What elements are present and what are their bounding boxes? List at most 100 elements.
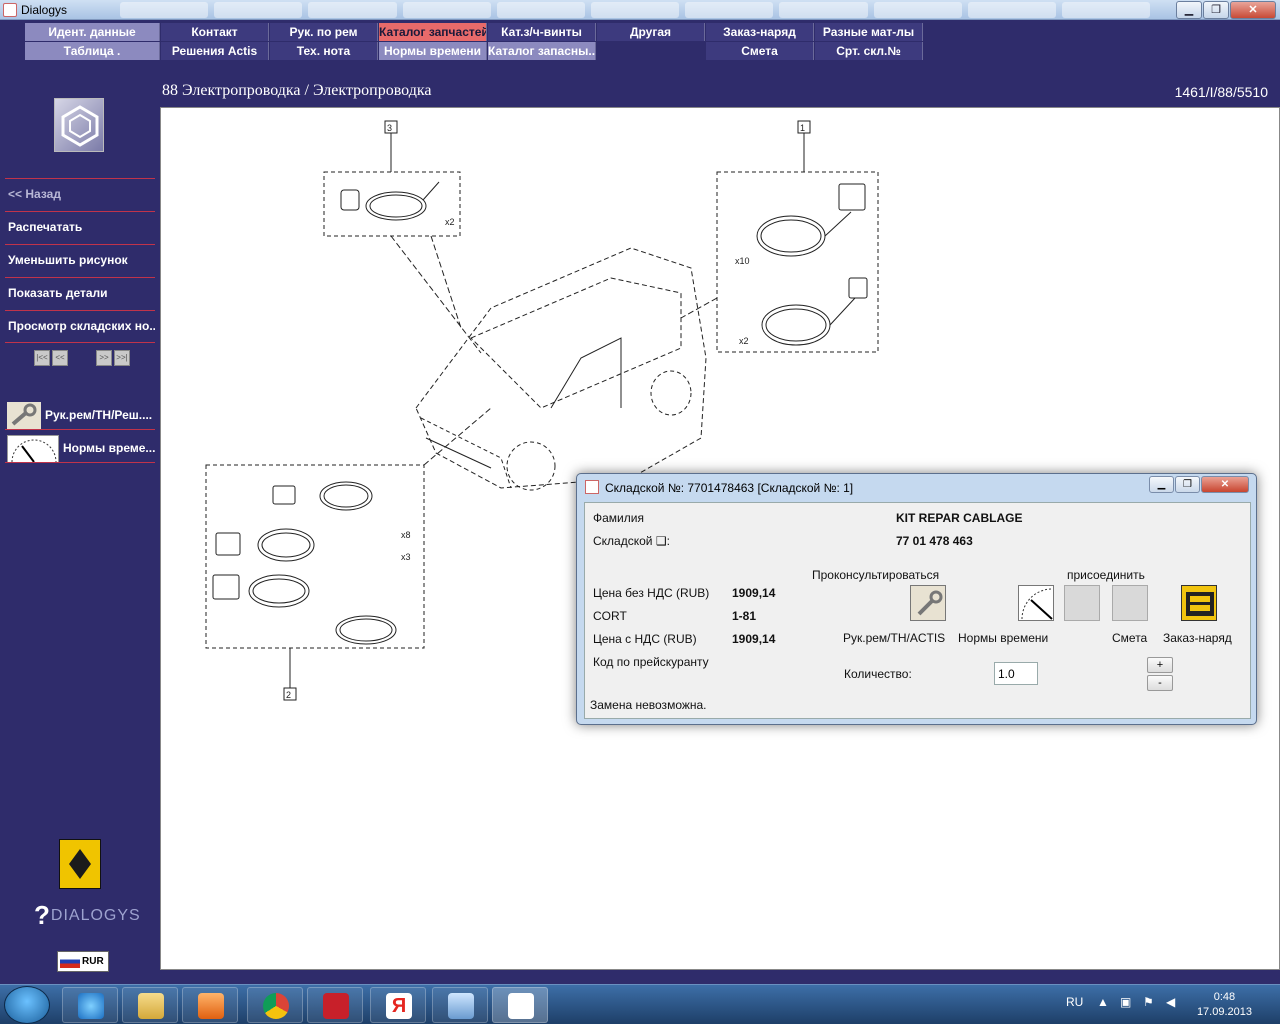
taskbar-explorer[interactable] — [122, 987, 178, 1023]
clock-date: 17.09.2013 — [1196, 1006, 1252, 1018]
taskbar-volume-app[interactable] — [432, 987, 488, 1023]
stock-label: Складской ❑: — [593, 534, 670, 548]
menu-spare-catalog[interactable]: Каталог запасны... — [488, 42, 596, 60]
quantity-label: Количество: — [844, 667, 912, 681]
stock-value: 77 01 478 463 — [896, 534, 973, 548]
taskbar-media-player[interactable] — [182, 987, 238, 1023]
part-box-2 — [205, 464, 425, 649]
estimate-icon[interactable] — [1112, 585, 1148, 621]
menu-work-order[interactable]: Заказ-наряд — [706, 23, 814, 41]
qty-marker: x8 — [401, 530, 411, 540]
menu-contact[interactable]: Контакт — [161, 23, 269, 41]
russia-flag-icon — [60, 955, 80, 968]
clock[interactable]: 0:48 17.09.2013 — [1197, 990, 1252, 1020]
repair-manual-icon[interactable] — [910, 585, 946, 621]
repair-manual-tool[interactable]: Рук.рем/ТН/Реш.... — [5, 400, 155, 430]
qty-marker: x2 — [445, 217, 455, 227]
family-value: KIT REPAR CABLAGE — [896, 511, 1023, 525]
quantity-input[interactable]: 1.0 — [994, 662, 1038, 685]
menu-repair-manual[interactable]: Рук. по рем — [270, 23, 378, 41]
chrome-icon — [263, 993, 289, 1019]
dialog-maximize-button[interactable]: ❐ — [1175, 476, 1200, 493]
estimate-icon-label: Смета — [1112, 631, 1148, 645]
wrench-icon — [7, 402, 41, 429]
media-player-icon — [198, 993, 224, 1019]
taskbar-kaspersky[interactable] — [307, 987, 363, 1023]
menu-parts-catalog[interactable]: Каталог запчастей — [379, 23, 487, 41]
menu-misc-materials[interactable]: Разные мат-лы — [815, 23, 923, 41]
dialog-title: Складской №: 7701478463 [Складской №: 1] — [605, 481, 854, 495]
first-page-button[interactable]: |<< — [34, 350, 50, 366]
callout-number-1: 1 — [800, 123, 805, 133]
top-menu: Идент. данные Контакт Рук. по рем Катало… — [0, 20, 1280, 60]
app-logo — [54, 98, 104, 152]
yandex-icon: Я — [386, 993, 412, 1019]
volume-icon[interactable]: ◀ — [1166, 995, 1175, 1009]
taskbar-java-dialogys[interactable] — [492, 987, 548, 1023]
menu-labour-times[interactable]: Нормы времени — [379, 42, 487, 60]
labour-times-tool[interactable]: Нормы време... — [5, 433, 155, 463]
cort-label: CORT — [593, 609, 627, 623]
language-indicator[interactable]: RU — [1066, 995, 1083, 1009]
page-title: 88 Электропроводка / Электропроводка — [162, 82, 432, 99]
hex-nut-icon — [61, 105, 99, 147]
part-dialog: Складской №: 7701478463 [Складской №: 1]… — [576, 473, 1257, 725]
qty-marker: x2 — [739, 336, 749, 346]
page-navigator: |<< << >> >>| — [34, 350, 130, 366]
taskbar-internet-explorer[interactable] — [62, 987, 118, 1023]
background-tabs — [120, 2, 1151, 18]
maximize-button[interactable]: ❐ — [1203, 1, 1229, 19]
print-link[interactable]: Распечатать — [5, 211, 155, 244]
repair-manual-tool-label: Рук.рем/ТН/Реш.... — [45, 408, 153, 422]
quantity-decrease-button[interactable]: - — [1147, 675, 1173, 691]
java-icon — [508, 993, 534, 1019]
menu-actis-solutions[interactable]: Решения Actis — [161, 42, 269, 60]
dialog-close-button[interactable]: ✕ — [1201, 476, 1249, 493]
dialogys-brand: DIALOGYS — [50, 907, 141, 924]
window-titlebar: Dialogys ▁ ❐ ✕ — [0, 0, 1280, 20]
quantity-increase-button[interactable]: + — [1147, 657, 1173, 673]
attach-estimate-icon[interactable] — [1064, 585, 1100, 621]
menu-other[interactable]: Другая — [597, 23, 705, 41]
labour-times-tool-label: Нормы време... — [63, 441, 155, 455]
network-icon[interactable]: ▣ — [1120, 995, 1131, 1009]
menu-tech-note[interactable]: Тех. нота — [270, 42, 378, 60]
labour-times-icon-label: Нормы времени — [958, 631, 1049, 645]
price-vat-value: 1909,14 — [732, 632, 776, 646]
minimize-button[interactable]: ▁ — [1176, 1, 1202, 19]
view-stock-numbers-link[interactable]: Просмотр складских но... — [5, 310, 155, 343]
menu-ident-data[interactable]: Идент. данные — [25, 23, 160, 41]
start-button[interactable] — [4, 986, 50, 1024]
taskbar-chrome[interactable] — [247, 987, 303, 1023]
labour-times-icon[interactable] — [1018, 585, 1054, 621]
taskbar-yandex[interactable]: Я — [370, 987, 426, 1023]
menu-screws-catalog[interactable]: Кат.з/ч-винты — [488, 23, 596, 41]
clock-time: 0:48 — [1213, 991, 1236, 1003]
qty-marker: x3 — [401, 552, 411, 562]
price-vat-label: Цена с НДС (RUB) — [593, 632, 697, 646]
menu-stock-number[interactable]: Срт. скл.№ — [815, 42, 923, 60]
dialog-minimize-button[interactable]: ▁ — [1149, 476, 1174, 493]
menu-estimate[interactable]: Смета — [706, 42, 814, 60]
menu-table[interactable]: Таблица . — [25, 42, 160, 60]
show-details-link[interactable]: Показать детали — [5, 277, 155, 310]
flag-icon[interactable]: ⚑ — [1143, 995, 1154, 1009]
next-page-button[interactable]: >> — [96, 350, 112, 366]
close-button[interactable]: ✕ — [1230, 1, 1276, 19]
zoom-out-link[interactable]: Уменьшить рисунок — [5, 244, 155, 277]
consult-label: Проконсультироваться — [812, 568, 940, 582]
show-hidden-icons[interactable]: ▲ — [1097, 995, 1109, 1009]
currency-badge[interactable]: RUR — [57, 951, 109, 972]
back-link[interactable]: << Назад — [5, 178, 155, 211]
window-title: Dialogys — [21, 3, 68, 17]
work-order-icon[interactable] — [1181, 585, 1217, 621]
family-label: Фамилия — [593, 511, 644, 525]
part-box-3 — [323, 171, 461, 237]
last-page-button[interactable]: >>| — [114, 350, 130, 366]
renault-logo — [59, 839, 101, 889]
ie-icon — [78, 993, 104, 1019]
callout-number-3: 3 — [387, 123, 392, 133]
prev-page-button[interactable]: << — [52, 350, 68, 366]
attach-label: присоединить — [1067, 568, 1145, 582]
currency-label: RUR — [82, 956, 104, 967]
